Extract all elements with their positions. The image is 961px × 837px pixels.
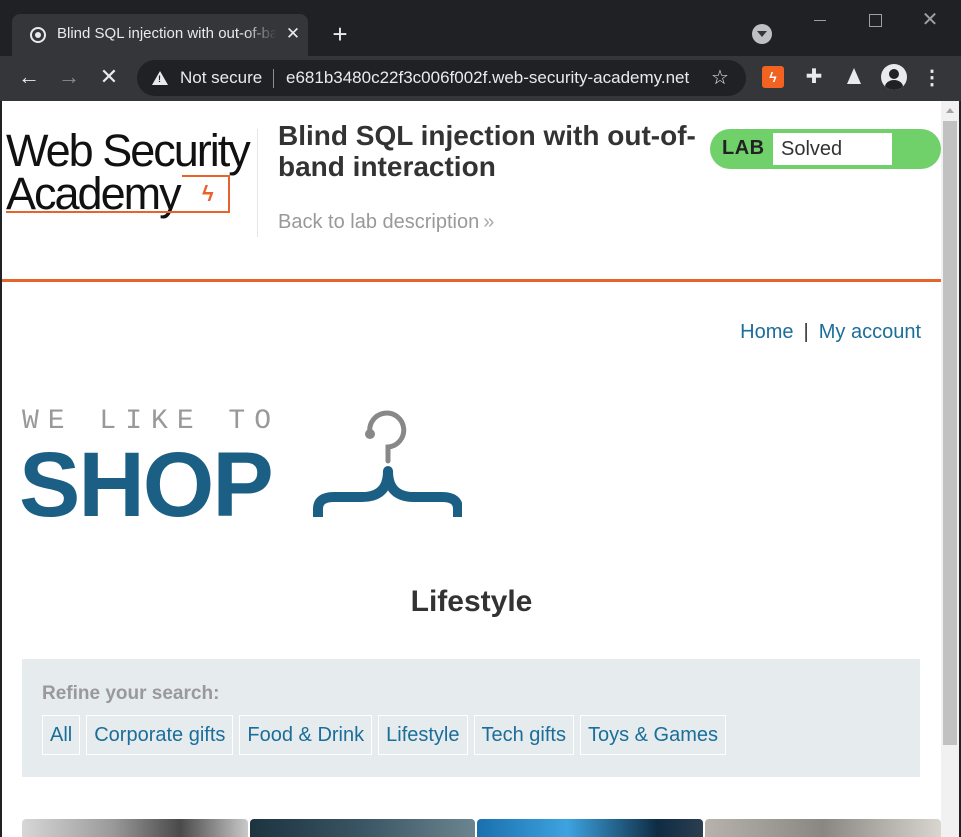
address-bar[interactable]: Not secure e681b3480c22f3c006f002f.web-s… <box>137 60 746 96</box>
lab-header: Web Security Academy ϟ Blind SQL injecti… <box>2 101 941 282</box>
category-heading: Lifestyle <box>410 585 533 618</box>
menu-icon[interactable]: ⋮ <box>922 65 942 91</box>
lab-title: Blind SQL injection with out-of-band int… <box>278 120 696 182</box>
labs-icon[interactable] <box>843 66 865 88</box>
shop-banner: WE LIKE TO SHOP <box>19 401 482 535</box>
lab-badge-label: LAB <box>722 137 765 159</box>
hanger-icon <box>313 410 462 517</box>
window-maximize-icon[interactable] <box>855 6 895 34</box>
filter-all[interactable]: All <box>42 715 81 755</box>
new-tab-icon[interactable]: + <box>326 20 354 48</box>
profile-icon[interactable] <box>881 64 907 90</box>
logo-bolt-icon: ϟ <box>202 181 214 206</box>
active-tab[interactable]: Blind SQL injection with out-of-band int… <box>12 14 308 56</box>
product-image[interactable] <box>22 819 248 837</box>
header-divider <box>257 129 258 237</box>
page-scrollbar[interactable] <box>941 101 959 837</box>
double-chevron-right-icon: » <box>483 211 495 233</box>
url-text[interactable]: e681b3480c22f3c006f002f.web-security-aca… <box>286 68 698 88</box>
filter-title: Refine your search: <box>42 683 220 704</box>
logo-underline <box>6 211 184 213</box>
home-link[interactable]: Home <box>740 321 793 343</box>
window-minimize-icon[interactable] <box>800 6 840 34</box>
page-viewport: Web Security Academy ϟ Blind SQL injecti… <box>2 101 941 837</box>
tab-close-icon[interactable]: ✕ <box>282 23 304 45</box>
banner-title: SHOP <box>19 434 274 536</box>
scrollbar-thumb[interactable] <box>943 121 957 745</box>
filter-list: All Corporate gifts Food & Drink Lifesty… <box>42 715 727 755</box>
filter-toys-games[interactable]: Toys & Games <box>579 715 727 755</box>
tab-search-icon[interactable] <box>752 24 772 44</box>
filter-panel: Refine your search: All Corporate gifts … <box>22 659 920 777</box>
warning-icon[interactable] <box>152 71 168 85</box>
extension-icon[interactable]: ϟ <box>762 66 784 88</box>
address-divider <box>273 69 274 88</box>
lab-status-badge: LAB Solved <box>710 129 941 169</box>
bookmark-star-icon[interactable]: ☆ <box>711 65 729 90</box>
tab-strip: Blind SQL injection with out-of-band int… <box>0 0 961 56</box>
product-image[interactable] <box>477 819 703 837</box>
browser-chrome: Blind SQL injection with out-of-band int… <box>0 0 961 101</box>
browser-toolbar: ← → ✕ Not secure e681b3480c22f3c006f002f… <box>0 56 961 101</box>
academy-logo[interactable]: Web Security Academy ϟ <box>6 125 256 220</box>
lab-status-text: Solved <box>772 132 893 166</box>
back-icon[interactable]: ← <box>17 65 41 89</box>
product-image[interactable] <box>249 819 475 837</box>
banner-tagline: WE LIKE TO <box>22 406 281 437</box>
product-grid <box>22 819 941 837</box>
tab-title: Blind SQL injection with out-of-band int… <box>57 25 277 42</box>
forward-icon[interactable]: → <box>57 65 81 89</box>
back-link-label: Back to lab description <box>278 211 480 233</box>
filter-corporate-gifts[interactable]: Corporate gifts <box>86 715 234 755</box>
filter-food-drink[interactable]: Food & Drink <box>239 715 373 755</box>
filter-tech-gifts[interactable]: Tech gifts <box>473 715 574 755</box>
nav-separator: | <box>803 321 809 343</box>
window-close-icon[interactable]: ✕ <box>910 6 950 34</box>
site-nav: Home | My account <box>740 321 921 344</box>
my-account-link[interactable]: My account <box>819 321 921 343</box>
stop-icon[interactable]: ✕ <box>97 65 121 89</box>
filter-lifestyle[interactable]: Lifestyle <box>378 715 468 755</box>
product-image[interactable] <box>704 819 941 837</box>
scroll-up-arrow-icon[interactable] <box>946 108 954 113</box>
puzzle-icon[interactable]: ✚ <box>803 66 825 88</box>
security-label[interactable]: Not secure <box>180 68 262 88</box>
loading-favicon-icon <box>30 27 46 43</box>
back-to-lab-link[interactable]: Back to lab description» <box>278 211 494 234</box>
